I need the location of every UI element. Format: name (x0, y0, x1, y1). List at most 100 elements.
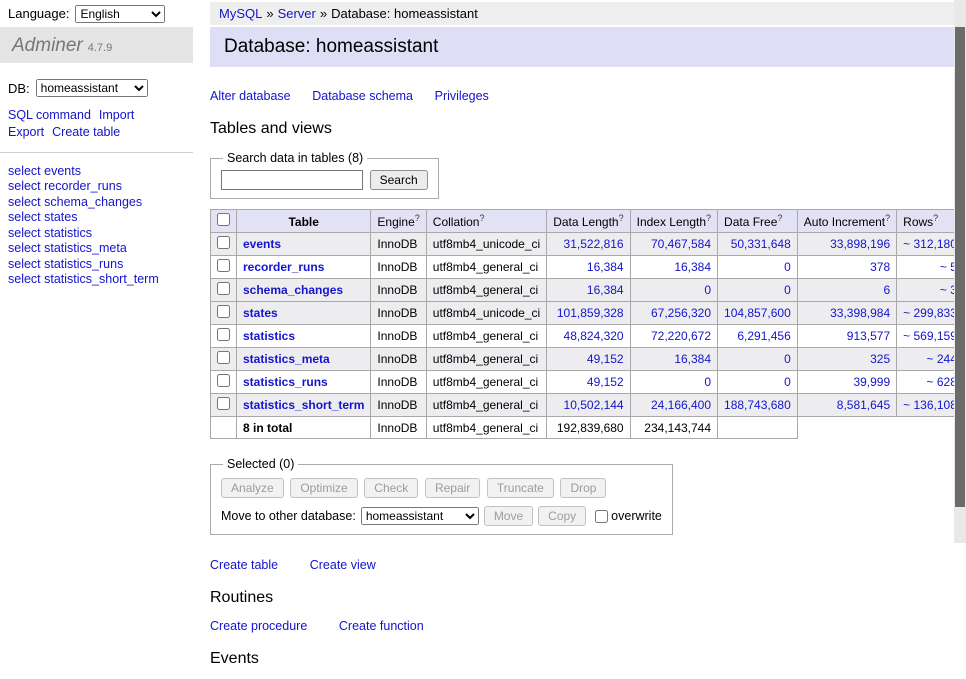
auto-increment-link[interactable]: 39,999 (853, 375, 890, 389)
import-link[interactable]: Import (99, 108, 134, 122)
row-checkbox[interactable] (217, 397, 230, 410)
create-view-link[interactable]: Create view (310, 558, 376, 572)
index-length-link[interactable]: 0 (704, 375, 711, 389)
database-schema-link[interactable]: Database schema (312, 89, 413, 103)
rows-link[interactable]: ~ 569,159 (903, 329, 957, 343)
privileges-link[interactable]: Privileges (435, 89, 489, 103)
help-link[interactable]: ? (479, 213, 484, 223)
copy-button[interactable]: Copy (538, 506, 586, 526)
help-link[interactable]: ? (619, 213, 624, 223)
search-input[interactable] (221, 170, 363, 190)
rows-link[interactable]: ~ 244 (927, 352, 957, 366)
data-free-link[interactable]: 0 (784, 375, 791, 389)
data-free-link[interactable]: 50,331,648 (731, 237, 791, 251)
db-select[interactable]: homeassistant (36, 79, 148, 97)
selected-action-button[interactable]: Repair (425, 478, 480, 498)
rows-link[interactable]: ~ 136,108 (903, 398, 957, 412)
search-button[interactable]: Search (370, 170, 428, 190)
breadcrumb-server-link[interactable]: Server (278, 6, 316, 21)
table-link[interactable]: events (243, 237, 281, 251)
sidebar-select-table-link[interactable]: select statistics_meta (8, 241, 185, 257)
row-checkbox[interactable] (217, 374, 230, 387)
rows-link[interactable]: ~ 628 (927, 375, 957, 389)
overwrite-checkbox[interactable] (595, 510, 608, 523)
data-length-link[interactable]: 49,152 (587, 352, 624, 366)
move-button[interactable]: Move (484, 506, 533, 526)
selected-action-button[interactable]: Optimize (290, 478, 357, 498)
auto-increment-link[interactable]: 33,898,196 (830, 237, 890, 251)
create-procedure-link[interactable]: Create procedure (210, 619, 307, 633)
table-link[interactable]: states (243, 306, 278, 320)
data-free-link[interactable]: 6,291,456 (737, 329, 790, 343)
create-table-side-link[interactable]: Create table (52, 125, 120, 139)
row-checkbox[interactable] (217, 328, 230, 341)
row-checkbox[interactable] (217, 351, 230, 364)
sidebar-select-table-link[interactable]: select states (8, 210, 185, 226)
data-length-link[interactable]: 10,502,144 (564, 398, 624, 412)
table-link[interactable]: recorder_runs (243, 260, 324, 274)
help-link[interactable]: ? (933, 213, 938, 223)
selected-action-button[interactable]: Check (364, 478, 418, 498)
index-length-link[interactable]: 16,384 (674, 352, 711, 366)
index-length-link[interactable]: 24,166,400 (651, 398, 711, 412)
sidebar-select-table-link[interactable]: select recorder_runs (8, 179, 185, 195)
scrollbar[interactable] (954, 0, 966, 543)
sidebar-select-table-link[interactable]: select schema_changes (8, 195, 185, 211)
scrollbar-thumb[interactable] (955, 27, 965, 507)
data-free-link[interactable]: 0 (784, 352, 791, 366)
sidebar-select-table-link[interactable]: select statistics_runs (8, 257, 185, 273)
auto-increment-link[interactable]: 33,398,984 (830, 306, 890, 320)
selected-action-button[interactable]: Drop (560, 478, 606, 498)
sidebar-select-table-link[interactable]: select statistics_short_term (8, 272, 185, 288)
language-select[interactable]: English (75, 5, 165, 23)
create-function-link[interactable]: Create function (339, 619, 424, 633)
row-checkbox[interactable] (217, 259, 230, 272)
data-free-link[interactable]: 188,743,680 (724, 398, 791, 412)
auto-increment-link[interactable]: 6 (883, 283, 890, 297)
index-length-link[interactable]: 67,256,320 (651, 306, 711, 320)
data-free-link[interactable]: 0 (784, 283, 791, 297)
index-length-link[interactable]: 70,467,584 (651, 237, 711, 251)
help-link[interactable]: ? (777, 213, 782, 223)
table-link[interactable]: statistics_meta (243, 352, 330, 366)
create-table-link[interactable]: Create table (210, 558, 278, 572)
auto-increment-link[interactable]: 8,581,645 (837, 398, 890, 412)
breadcrumb-mysql-link[interactable]: MySQL (219, 6, 262, 21)
row-checkbox[interactable] (217, 236, 230, 249)
alter-database-link[interactable]: Alter database (210, 89, 291, 103)
select-all-checkbox[interactable] (217, 213, 230, 226)
export-link[interactable]: Export (8, 125, 44, 139)
auto-increment-link[interactable]: 378 (870, 260, 890, 274)
row-checkbox[interactable] (217, 305, 230, 318)
data-length-link[interactable]: 16,384 (587, 283, 624, 297)
data-length-link[interactable]: 48,824,320 (564, 329, 624, 343)
sql-command-link[interactable]: SQL command (8, 108, 91, 122)
move-db-select[interactable]: homeassistant (361, 507, 479, 525)
index-length-link[interactable]: 0 (704, 283, 711, 297)
help-link[interactable]: ? (415, 213, 420, 223)
sidebar-select-table-link[interactable]: select events (8, 164, 185, 180)
selected-action-button[interactable]: Truncate (487, 478, 554, 498)
table-link[interactable]: schema_changes (243, 283, 343, 297)
table-link[interactable]: statistics_runs (243, 375, 328, 389)
index-length-link[interactable]: 72,220,672 (651, 329, 711, 343)
help-link[interactable]: ? (706, 213, 711, 223)
row-checkbox[interactable] (217, 282, 230, 295)
data-free-link[interactable]: 0 (784, 260, 791, 274)
data-length-link[interactable]: 101,859,328 (557, 306, 624, 320)
data-length-link[interactable]: 31,522,816 (564, 237, 624, 251)
data-length-link[interactable]: 49,152 (587, 375, 624, 389)
table-link[interactable]: statistics (243, 329, 295, 343)
auto-increment-link[interactable]: 325 (870, 352, 890, 366)
help-link[interactable]: ? (885, 213, 890, 223)
index-length-link[interactable]: 16,384 (674, 260, 711, 274)
data-length-link[interactable]: 16,384 (587, 260, 624, 274)
rows-link[interactable]: ~ 312,180 (903, 237, 957, 251)
sidebar-select-table-link[interactable]: select statistics (8, 226, 185, 242)
adminer-logo[interactable]: Adminer (12, 35, 83, 57)
selected-action-button[interactable]: Analyze (221, 478, 284, 498)
table-link[interactable]: statistics_short_term (243, 398, 364, 412)
auto-increment-link[interactable]: 913,577 (847, 329, 890, 343)
data-free-link[interactable]: 104,857,600 (724, 306, 791, 320)
rows-link[interactable]: ~ 299,833 (903, 306, 957, 320)
